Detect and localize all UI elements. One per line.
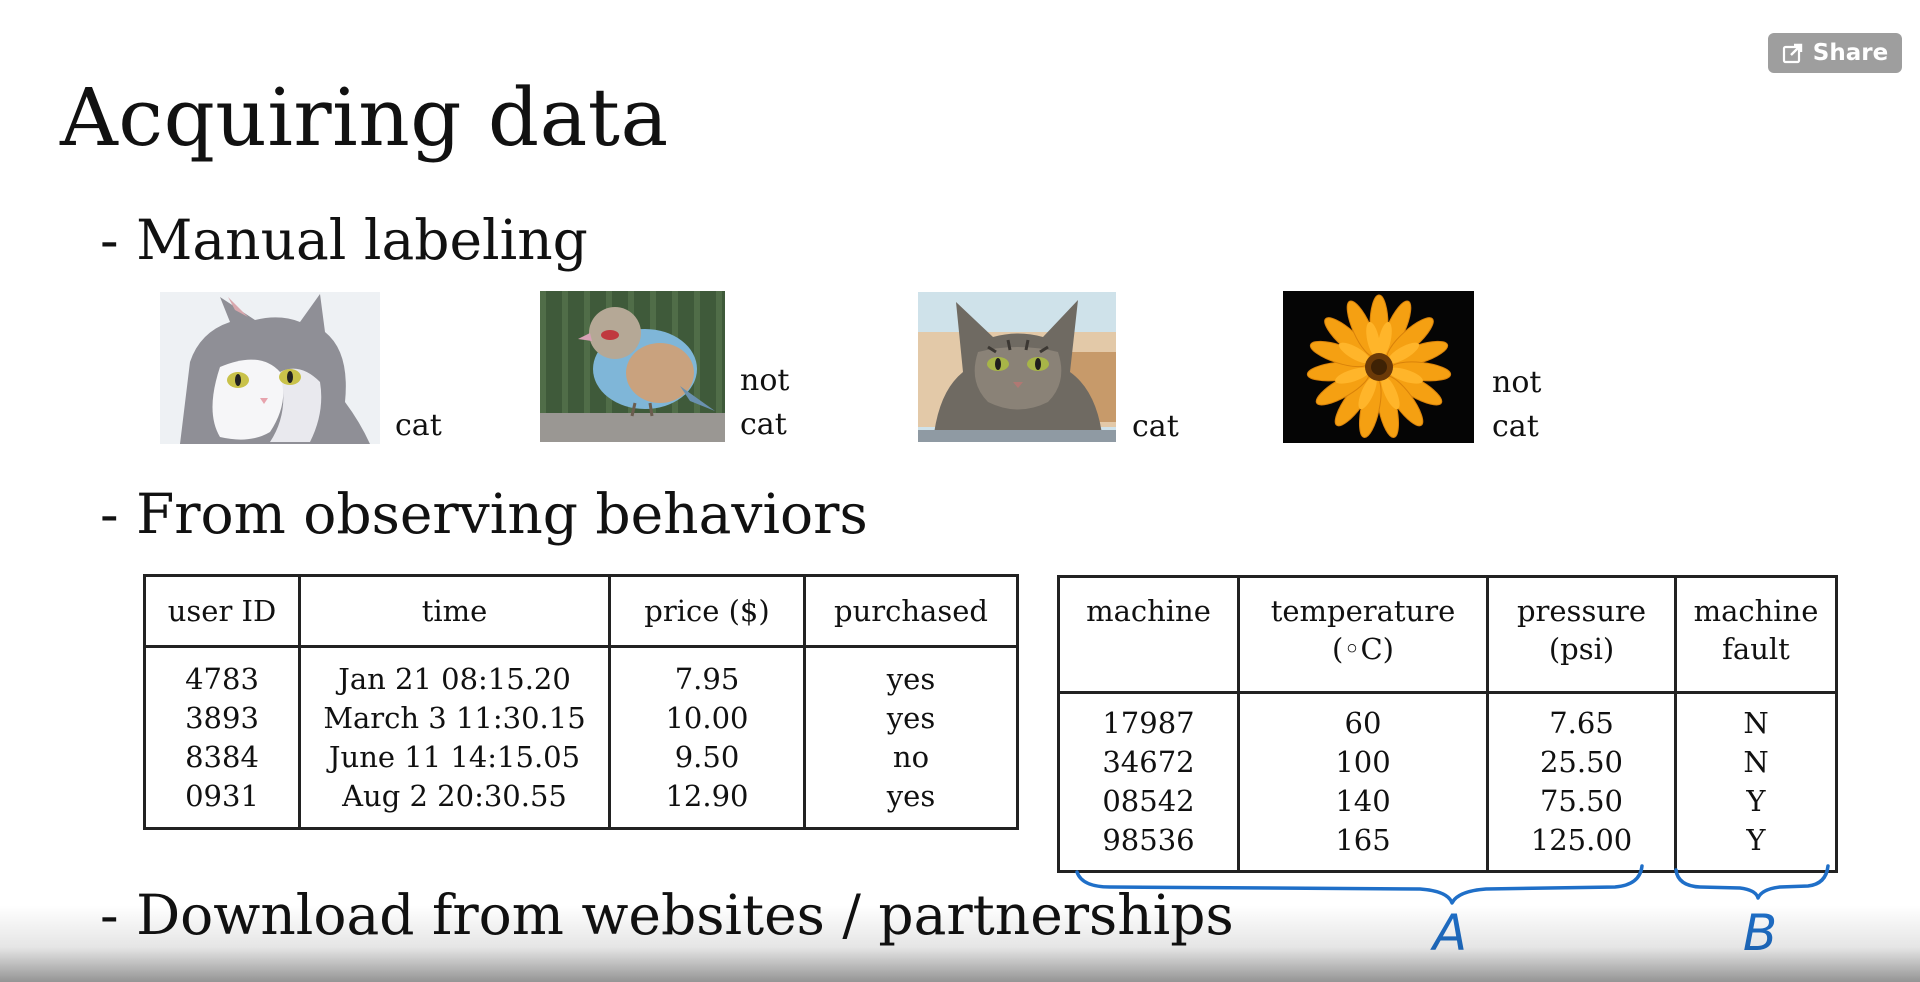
cell-value: N: [1743, 706, 1769, 740]
flower-image: [1283, 291, 1474, 443]
table-header-row: machine temperature (◦C) pressure (psi) …: [1057, 575, 1838, 694]
bullet-manual-labeling: - Manual labeling: [100, 208, 588, 272]
header-line: (◦C): [1332, 632, 1394, 666]
cat-image-2: [918, 292, 1116, 442]
cell-value: 3893: [185, 700, 259, 735]
cell-value: 08542: [1102, 784, 1195, 818]
purchase-table: user ID time price ($) purchased 4783 38…: [143, 574, 1019, 830]
image-label-not-cat-2: not cat: [1492, 361, 1562, 449]
col-header-user-id: user ID: [143, 574, 301, 648]
col-header-price: price ($): [608, 574, 806, 648]
cell-value: 165: [1335, 823, 1391, 857]
table-body-row: 4783 3893 8384 0931 Jan 21 08:15.20 Marc…: [143, 645, 1019, 830]
cell-value: Y: [1746, 823, 1766, 857]
cell-value: yes: [886, 661, 936, 696]
not-label: not: [1492, 365, 1542, 400]
share-button-label: Share: [1812, 40, 1889, 66]
cell-value: 7.65: [1549, 706, 1614, 740]
header-line: pressure: [1516, 594, 1647, 628]
machine-id-cell: 17987 34672 08542 98536: [1057, 691, 1240, 873]
bird-image: [540, 291, 725, 442]
col-header-machine-fault: machine fault: [1674, 575, 1838, 694]
cat-label: cat: [740, 407, 787, 442]
header-line: temperature: [1270, 594, 1456, 628]
header-line: machine: [1693, 594, 1819, 628]
cell-value: 100: [1335, 745, 1391, 779]
cell-value: 98536: [1102, 823, 1195, 857]
cell-value: 4783: [185, 661, 259, 696]
cell-value: March 3 11:30.15: [323, 700, 586, 735]
image-label-cat-2: cat: [1132, 409, 1179, 444]
col-header-temperature: temperature (◦C): [1237, 575, 1489, 694]
cell-value: 34672: [1102, 745, 1195, 779]
machine-fault-cell: N N Y Y: [1674, 691, 1838, 873]
cell-value: June 11 14:15.05: [328, 739, 581, 774]
bullet-observing-behaviors: - From observing behaviors: [100, 482, 868, 546]
cell-value: 125.00: [1530, 823, 1633, 857]
cell-value: yes: [886, 778, 936, 813]
machine-table: machine temperature (◦C) pressure (psi) …: [1057, 575, 1838, 873]
cell-value: 9.50: [674, 739, 740, 774]
temperature-cell: 60 100 140 165: [1237, 691, 1489, 873]
video-bottom-gradient: [0, 905, 1920, 982]
cell-value: Y: [1746, 784, 1766, 818]
cat-label: cat: [1492, 409, 1539, 444]
not-label: not: [740, 363, 790, 398]
cell-value: no: [892, 739, 930, 774]
cell-value: 8384: [185, 739, 259, 774]
col-header-pressure: pressure (psi): [1486, 575, 1677, 694]
cell-value: N: [1743, 745, 1769, 779]
header-line: fault: [1722, 632, 1790, 666]
cell-value: 140: [1335, 784, 1391, 818]
cell-value: 60: [1344, 706, 1382, 740]
cell-value: 0931: [185, 778, 259, 813]
purchased-cell: yes yes no yes: [803, 645, 1019, 830]
col-header-machine: machine: [1057, 575, 1240, 694]
header-line: machine: [1086, 594, 1211, 628]
cell-value: Aug 2 20:30.55: [342, 778, 567, 813]
cell-value: 25.50: [1539, 745, 1624, 779]
cell-value: yes: [886, 700, 936, 735]
share-icon: [1782, 43, 1802, 64]
col-header-time: time: [298, 574, 611, 648]
cell-value: 7.95: [674, 661, 740, 696]
slide-title: Acquiring data: [60, 71, 669, 164]
cell-value: 75.50: [1539, 784, 1624, 818]
cat-image-1: [160, 292, 380, 444]
header-line: (psi): [1548, 632, 1615, 666]
share-button[interactable]: Share: [1768, 33, 1902, 73]
price-cell: 7.95 10.00 9.50 12.90: [608, 645, 806, 830]
cell-value: 10.00: [665, 700, 749, 735]
col-header-purchased: purchased: [803, 574, 1019, 648]
cell-value: Jan 21 08:15.20: [338, 661, 571, 696]
user-id-cell: 4783 3893 8384 0931: [143, 645, 301, 830]
table-header-row: user ID time price ($) purchased: [143, 574, 1019, 648]
pressure-cell: 7.65 25.50 75.50 125.00: [1486, 691, 1677, 873]
image-label-not-cat-1: not cat: [740, 359, 810, 447]
time-cell: Jan 21 08:15.20 March 3 11:30.15 June 11…: [298, 645, 611, 830]
table-body-row: 17987 34672 08542 98536 60 100 140 165 7…: [1057, 691, 1838, 873]
image-label-cat-1: cat: [395, 408, 442, 443]
cell-value: 17987: [1102, 706, 1195, 740]
cell-value: 12.90: [665, 778, 749, 813]
